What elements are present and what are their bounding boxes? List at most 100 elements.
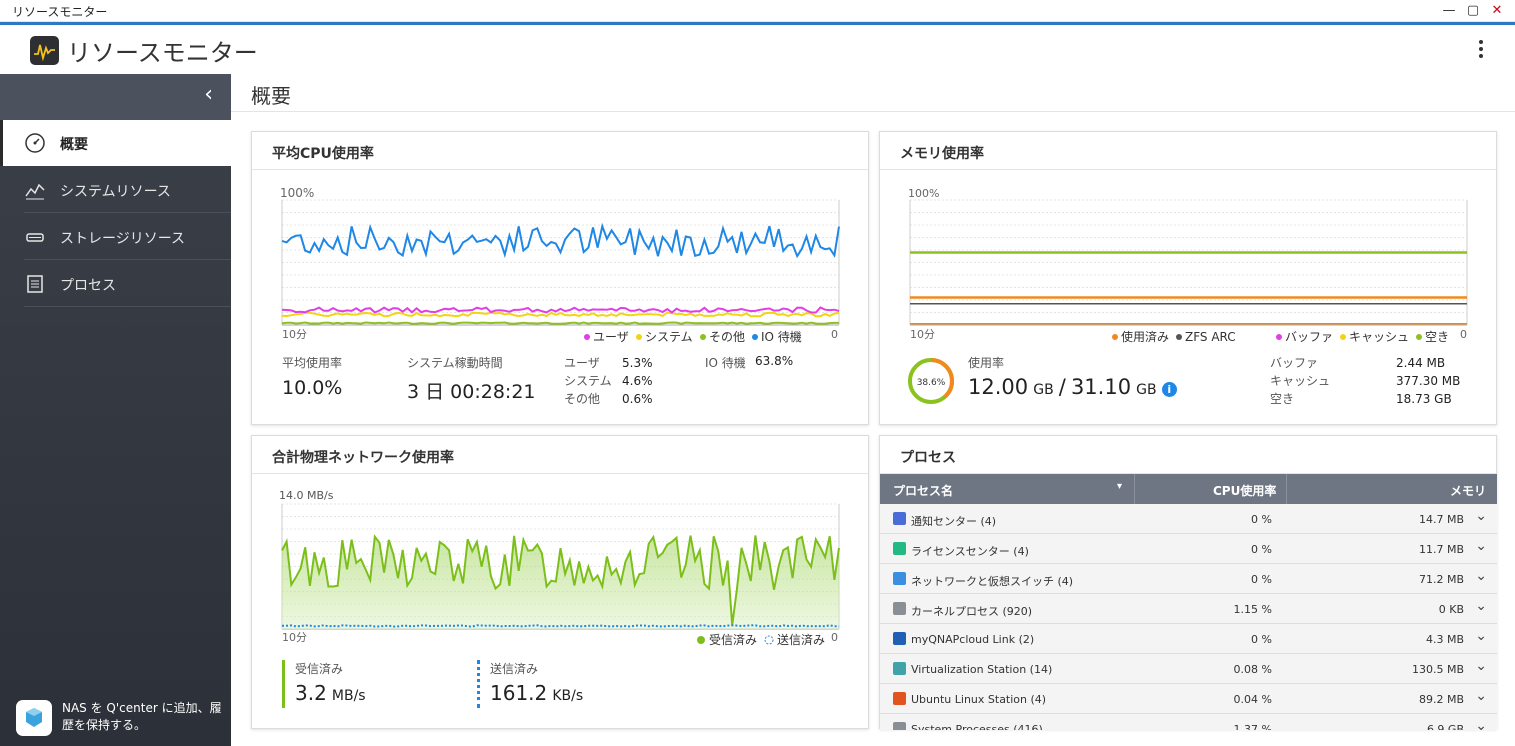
sidebar-item-label: プロセス [60,278,116,294]
app-header: リソースモニター [0,25,1515,74]
tx-value-group: 161.2 KB/s [490,681,583,705]
kernel-process-icon [893,602,906,615]
minimize-icon[interactable]: — [1440,2,1458,20]
legend-dot [764,635,774,645]
legend-dot [1112,334,1118,340]
process-cpu: 0.04 % [1233,693,1272,706]
legend-label: その他 [709,330,745,344]
maximize-icon[interactable]: ▢ [1464,2,1482,20]
tx-indicator-bar [477,660,480,708]
chevron-down-icon[interactable]: ⌄ [1475,538,1487,554]
app-title: リソースモニター [67,39,258,67]
sidebar-item-label: システムリソース [60,184,171,200]
sort-down-icon[interactable]: ▾ [1117,481,1122,492]
page-title: 概要 [251,84,291,108]
info-icon[interactable]: i [1161,382,1177,397]
cpu-stat-values: 5.3% 4.6% 0.6% [622,354,653,408]
process-name: Ubuntu Linux Station (4) [911,693,1047,706]
series-other-line [281,321,839,325]
column-header-memory[interactable]: メモリ [1450,482,1486,499]
series-user-line [281,306,840,314]
chevron-left-icon: ‹ [204,82,213,107]
network-switch-icon [893,572,906,585]
chevron-down-icon[interactable]: ⌄ [1475,718,1487,730]
table-row[interactable]: ライセンスセンター (4) 0 % 11.7 MB ⌄ [880,534,1497,564]
legend-dot [1340,334,1346,340]
column-header-cpu[interactable]: CPU使用率 [1213,482,1276,499]
process-cpu: 0 % [1251,633,1272,646]
legend-label: 受信済み [709,632,757,647]
legend-dot [636,334,642,340]
process-memory: 130.5 MB [1411,663,1464,676]
table-row[interactable]: System Processes (416) 1.37 % 6.9 GB ⌄ [880,714,1497,730]
mem-x-right-label: 0 [1460,328,1467,341]
table-row[interactable]: Ubuntu Linux Station (4) 0.04 % 89.2 MB ⌄ [880,684,1497,714]
cpu-usage-card: 平均CPU使用率 100% 10分 0 ユーザ システム その他 IO 待機 平均使用… [251,131,869,425]
stat-label-other: その他 [564,392,601,406]
rx-indicator-bar [282,660,285,708]
sidebar-collapse-button[interactable]: ‹ [0,74,231,120]
qcenter-icon [16,700,52,736]
title-divider [231,111,1515,112]
legend-dot [1176,334,1182,340]
column-divider [1286,474,1287,504]
process-cpu: 0 % [1251,573,1272,586]
mem-legend: 使用済み ZFS ARC バッファ キャッシュ 空き [1112,329,1449,344]
network-usage-card: 合計物理ネットワーク使用率 14.0 MB/s 10分 0 受信済み 送信済み 受… [251,435,869,729]
qcenter-promo[interactable]: NAS を Q'center に追加、履歴を保持する。 [16,698,226,738]
legend-label: システム [645,330,693,344]
close-icon[interactable]: ✕ [1488,2,1506,20]
process-cpu: 1.15 % [1233,603,1272,616]
stat-value-other: 0.6% [622,392,653,406]
sidebar-item-label: ストレージリソース [60,231,186,247]
mem-usage-label: 使用率 [968,356,1005,370]
mem-detail-label: バッファ [1270,356,1319,370]
series-tx-line [282,624,840,628]
table-row[interactable]: カーネルプロセス (920) 1.15 % 0 KB ⌄ [880,594,1497,624]
ring-label: 38.6% [917,378,946,388]
series-io-line [281,222,840,259]
legend-label: IO 待機 [761,329,802,344]
more-options-icon[interactable] [1472,37,1490,65]
legend-label: ユーザ [593,330,629,344]
sidebar-item-system-resources[interactable]: システムリソース [0,167,231,213]
chevron-down-icon[interactable]: ⌄ [1475,568,1487,584]
legend-label: ZFS ARC [1185,330,1236,344]
sidebar-item-overview[interactable]: 概要 [0,120,231,166]
chevron-down-icon[interactable]: ⌄ [1475,508,1487,524]
mem-used-unit: GB [1033,382,1054,398]
chevron-down-icon[interactable]: ⌄ [1475,658,1487,674]
table-row[interactable]: ネットワークと仮想スイッチ (4) 0 % 71.2 MB ⌄ [880,564,1497,594]
sidebar-item-label: 概要 [60,137,88,153]
io-wait-label: IO 待機 [705,356,746,370]
card-header: プロセス [880,436,1496,474]
chevron-down-icon[interactable]: ⌄ [1475,688,1487,704]
table-row[interactable]: Virtualization Station (14) 0.08 % 130.5 M… [880,654,1497,684]
table-row[interactable]: myQNAPcloud Link (2) 0 % 4.3 MB ⌄ [880,624,1497,654]
sidebar-item-storage-resources[interactable]: ストレージリソース [0,214,231,260]
legend-dot [752,334,758,340]
legend-dot [1276,334,1282,340]
chevron-down-icon[interactable]: ⌄ [1475,628,1487,644]
dashboard-icon [24,132,46,154]
mem-total-value: 31.10 [1070,375,1132,399]
window-title: リソースモニター [12,5,108,19]
tx-unit: KB/s [552,688,584,704]
cpu-chart: 100% 10分 0 ユーザ システム その他 IO 待機 [280,186,840,344]
process-name: カーネルプロセス (920) [911,605,1033,618]
cpu-stat-labels: ユーザ システム その他 [564,354,612,408]
chart-line-icon [24,179,46,201]
storage-icon [24,226,46,248]
rx-value: 3.2 [295,681,327,705]
table-row[interactable]: 通知センター (4) 0 % 14.7 MB ⌄ [880,504,1497,534]
process-memory: 71.2 MB [1418,573,1464,586]
rx-unit: MB/s [331,688,366,704]
rx-value-group: 3.2 MB/s [295,681,366,705]
process-name: System Processes (416) [911,723,1043,730]
process-cpu: 0 % [1251,543,1272,556]
card-title: 合計物理ネットワーク使用率 [272,450,454,466]
sidebar-item-process[interactable]: プロセス [0,261,231,307]
cpu-x-left-label: 10分 [282,328,307,341]
column-header-name[interactable]: プロセス名 [893,482,953,499]
chevron-down-icon[interactable]: ⌄ [1475,598,1487,614]
